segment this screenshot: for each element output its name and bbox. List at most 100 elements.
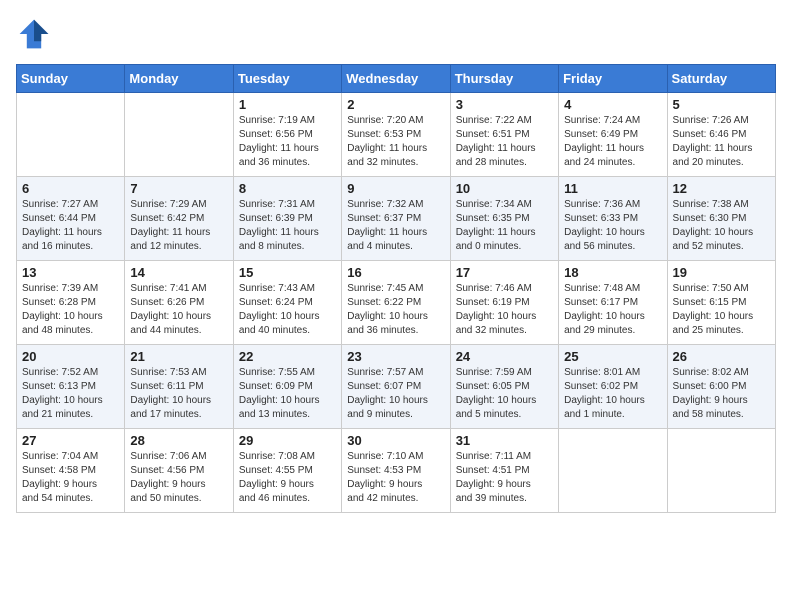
day-cell: 18 Sunrise: 7:48 AM Sunset: 6:17 PM Dayli… [559, 261, 667, 345]
day-cell: 31Sunrise: 7:11 AM Sunset: 4:51 PM Dayli… [450, 429, 558, 513]
day-number: 10 [456, 181, 553, 196]
day-number: 23 [347, 349, 444, 364]
page-header [16, 16, 776, 52]
day-info: Sunrise: 7:59 AM Sunset: 6:05 PM Dayligh… [456, 366, 553, 422]
week-row-2: 6Sunrise: 7:27 AM Sunset: 6:44 PM Daylig… [17, 177, 776, 261]
day-number: 7 [130, 181, 227, 196]
day-cell: 29 Sunrise: 7:08 AM Sunset: 4:55 PM Dayli… [233, 429, 341, 513]
day-info: Sunrise: 7:04 AM Sunset: 4:58 PM Dayligh… [22, 450, 119, 506]
day-cell: 15 Sunrise: 7:43 AM Sunset: 6:24 PM Dayli… [233, 261, 341, 345]
day-cell: 25Sunrise: 8:01 AM Sunset: 6:02 PM Dayli… [559, 345, 667, 429]
day-cell: 14Sunrise: 7:41 AM Sunset: 6:26 PM Dayli… [125, 261, 233, 345]
day-cell: 8 Sunrise: 7:31 AM Sunset: 6:39 PM Daylig… [233, 177, 341, 261]
day-cell: 5 Sunrise: 7:26 AM Sunset: 6:46 PM Daylig… [667, 93, 775, 177]
day-cell: 23 Sunrise: 7:57 AM Sunset: 6:07 PM Dayli… [342, 345, 450, 429]
day-cell: 4 Sunrise: 7:24 AM Sunset: 6:49 PM Daylig… [559, 93, 667, 177]
day-number: 18 [564, 265, 661, 280]
day-info: Sunrise: 7:39 AM Sunset: 6:28 PM Dayligh… [22, 282, 119, 338]
day-number: 2 [347, 97, 444, 112]
day-number: 15 [239, 265, 336, 280]
day-info: Sunrise: 7:06 AM Sunset: 4:56 PM Dayligh… [130, 450, 227, 506]
day-number: 20 [22, 349, 119, 364]
day-number: 9 [347, 181, 444, 196]
day-number: 27 [22, 433, 119, 448]
col-header-tuesday: Tuesday [233, 65, 341, 93]
day-number: 11 [564, 181, 661, 196]
day-number: 16 [347, 265, 444, 280]
col-header-monday: Monday [125, 65, 233, 93]
day-number: 26 [673, 349, 770, 364]
week-row-3: 13 Sunrise: 7:39 AM Sunset: 6:28 PM Dayli… [17, 261, 776, 345]
day-number: 22 [239, 349, 336, 364]
day-number: 1 [239, 97, 336, 112]
day-info: Sunrise: 7:10 AM Sunset: 4:53 PM Dayligh… [347, 450, 444, 506]
day-info: Sunrise: 8:02 AM Sunset: 6:00 PM Dayligh… [673, 366, 770, 422]
calendar-header-row: SundayMondayTuesdayWednesdayThursdayFrid… [17, 65, 776, 93]
day-info: Sunrise: 7:48 AM Sunset: 6:17 PM Dayligh… [564, 282, 661, 338]
day-info: Sunrise: 7:26 AM Sunset: 6:46 PM Dayligh… [673, 114, 770, 170]
day-info: Sunrise: 8:01 AM Sunset: 6:02 PM Dayligh… [564, 366, 661, 422]
day-info: Sunrise: 7:29 AM Sunset: 6:42 PM Dayligh… [130, 198, 227, 254]
logo [16, 16, 56, 52]
day-number: 14 [130, 265, 227, 280]
week-row-5: 27 Sunrise: 7:04 AM Sunset: 4:58 PM Dayli… [17, 429, 776, 513]
day-info: Sunrise: 7:22 AM Sunset: 6:51 PM Dayligh… [456, 114, 553, 170]
day-cell: 27 Sunrise: 7:04 AM Sunset: 4:58 PM Dayli… [17, 429, 125, 513]
day-cell: 20 Sunrise: 7:52 AM Sunset: 6:13 PM Dayli… [17, 345, 125, 429]
week-row-4: 20 Sunrise: 7:52 AM Sunset: 6:13 PM Dayli… [17, 345, 776, 429]
day-info: Sunrise: 7:52 AM Sunset: 6:13 PM Dayligh… [22, 366, 119, 422]
calendar-table: SundayMondayTuesdayWednesdayThursdayFrid… [16, 64, 776, 513]
day-cell [125, 93, 233, 177]
day-info: Sunrise: 7:08 AM Sunset: 4:55 PM Dayligh… [239, 450, 336, 506]
day-cell: 13 Sunrise: 7:39 AM Sunset: 6:28 PM Dayli… [17, 261, 125, 345]
day-info: Sunrise: 7:53 AM Sunset: 6:11 PM Dayligh… [130, 366, 227, 422]
day-info: Sunrise: 7:57 AM Sunset: 6:07 PM Dayligh… [347, 366, 444, 422]
day-number: 6 [22, 181, 119, 196]
day-info: Sunrise: 7:55 AM Sunset: 6:09 PM Dayligh… [239, 366, 336, 422]
day-number: 28 [130, 433, 227, 448]
day-cell: 19 Sunrise: 7:50 AM Sunset: 6:15 PM Dayli… [667, 261, 775, 345]
day-number: 24 [456, 349, 553, 364]
day-number: 13 [22, 265, 119, 280]
col-header-friday: Friday [559, 65, 667, 93]
day-cell: 1 Sunrise: 7:19 AM Sunset: 6:56 PM Daylig… [233, 93, 341, 177]
day-number: 17 [456, 265, 553, 280]
col-header-thursday: Thursday [450, 65, 558, 93]
day-info: Sunrise: 7:24 AM Sunset: 6:49 PM Dayligh… [564, 114, 661, 170]
col-header-sunday: Sunday [17, 65, 125, 93]
day-cell [17, 93, 125, 177]
day-cell [559, 429, 667, 513]
day-cell: 10Sunrise: 7:34 AM Sunset: 6:35 PM Dayli… [450, 177, 558, 261]
day-info: Sunrise: 7:32 AM Sunset: 6:37 PM Dayligh… [347, 198, 444, 254]
day-info: Sunrise: 7:31 AM Sunset: 6:39 PM Dayligh… [239, 198, 336, 254]
day-info: Sunrise: 7:43 AM Sunset: 6:24 PM Dayligh… [239, 282, 336, 338]
day-info: Sunrise: 7:46 AM Sunset: 6:19 PM Dayligh… [456, 282, 553, 338]
day-cell: 21 Sunrise: 7:53 AM Sunset: 6:11 PM Dayli… [125, 345, 233, 429]
day-cell: 12 Sunrise: 7:38 AM Sunset: 6:30 PM Dayli… [667, 177, 775, 261]
day-number: 8 [239, 181, 336, 196]
day-info: Sunrise: 7:38 AM Sunset: 6:30 PM Dayligh… [673, 198, 770, 254]
logo-icon [16, 16, 52, 52]
day-cell: 24 Sunrise: 7:59 AM Sunset: 6:05 PM Dayli… [450, 345, 558, 429]
day-cell: 6Sunrise: 7:27 AM Sunset: 6:44 PM Daylig… [17, 177, 125, 261]
day-number: 12 [673, 181, 770, 196]
day-number: 29 [239, 433, 336, 448]
day-number: 21 [130, 349, 227, 364]
day-number: 30 [347, 433, 444, 448]
day-info: Sunrise: 7:19 AM Sunset: 6:56 PM Dayligh… [239, 114, 336, 170]
day-number: 4 [564, 97, 661, 112]
week-row-1: 1 Sunrise: 7:19 AM Sunset: 6:56 PM Daylig… [17, 93, 776, 177]
day-number: 19 [673, 265, 770, 280]
day-info: Sunrise: 7:36 AM Sunset: 6:33 PM Dayligh… [564, 198, 661, 254]
day-cell: 28 Sunrise: 7:06 AM Sunset: 4:56 PM Dayli… [125, 429, 233, 513]
day-cell: 11 Sunrise: 7:36 AM Sunset: 6:33 PM Dayli… [559, 177, 667, 261]
day-cell: 7 Sunrise: 7:29 AM Sunset: 6:42 PM Daylig… [125, 177, 233, 261]
day-info: Sunrise: 7:45 AM Sunset: 6:22 PM Dayligh… [347, 282, 444, 338]
day-cell: 17 Sunrise: 7:46 AM Sunset: 6:19 PM Dayli… [450, 261, 558, 345]
day-cell: 2Sunrise: 7:20 AM Sunset: 6:53 PM Daylig… [342, 93, 450, 177]
day-info: Sunrise: 7:50 AM Sunset: 6:15 PM Dayligh… [673, 282, 770, 338]
day-number: 31 [456, 433, 553, 448]
day-number: 5 [673, 97, 770, 112]
day-cell: 9 Sunrise: 7:32 AM Sunset: 6:37 PM Daylig… [342, 177, 450, 261]
col-header-saturday: Saturday [667, 65, 775, 93]
